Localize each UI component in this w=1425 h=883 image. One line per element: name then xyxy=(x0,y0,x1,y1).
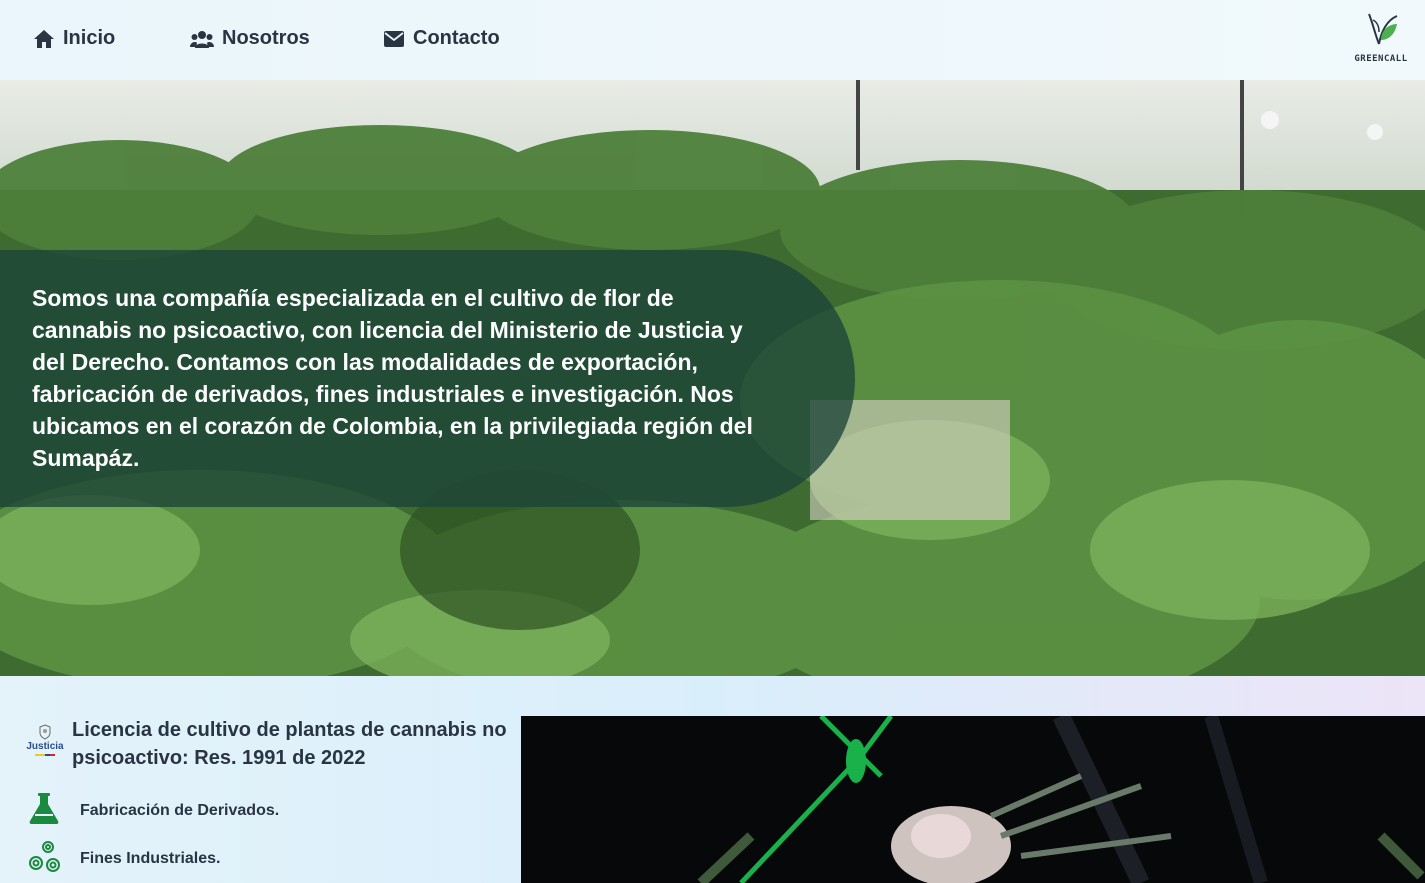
license-section: Justicia Licencia de cultivo de plantas … xyxy=(0,676,1425,883)
cannabis-flower-photo xyxy=(521,716,1425,883)
hero-banner: Somos una compañía especializada en el c… xyxy=(0,80,1425,676)
flask-icon xyxy=(26,791,62,830)
nav-label-inicio: Inicio xyxy=(63,27,116,49)
home-icon xyxy=(33,29,55,49)
feature-label-derivados: Fabricación de Derivados. xyxy=(80,801,280,819)
leaf-logo-icon xyxy=(1368,13,1398,45)
feature-item-industriales: Fines Industriales. xyxy=(26,838,220,879)
coat-of-arms-icon xyxy=(39,724,51,740)
hero-description-card: Somos una compañía especializada en el c… xyxy=(0,250,855,507)
nav-label-contacto: Contacto xyxy=(413,27,500,49)
justicia-logo: Justicia xyxy=(24,724,66,770)
colombia-flag-stripe xyxy=(35,754,55,756)
feature-item-derivados: Fabricación de Derivados. xyxy=(26,791,279,830)
justicia-logo-text: Justicia xyxy=(26,741,64,752)
nav-link-inicio[interactable]: Inicio xyxy=(33,27,115,50)
gears-icon xyxy=(26,838,62,879)
users-icon xyxy=(190,29,214,49)
cannabis-bud-image xyxy=(521,716,1425,883)
envelope-icon xyxy=(383,30,405,48)
license-text: Licencia de cultivo de plantas de cannab… xyxy=(72,719,507,769)
logo-text: GREENCALL xyxy=(1354,54,1408,64)
nav-label-nosotros: Nosotros xyxy=(222,27,310,49)
feature-label-industriales: Fines Industriales. xyxy=(80,849,221,867)
nav-link-nosotros[interactable]: Nosotros xyxy=(190,27,310,50)
license-block: Justicia Licencia de cultivo de plantas … xyxy=(24,716,512,772)
greencall-logo[interactable]: GREENCALL xyxy=(1350,10,1412,70)
top-navbar: Inicio Nosotros Contacto GREENCALL xyxy=(0,0,1425,80)
nav-link-contacto[interactable]: Contacto xyxy=(383,27,500,50)
hero-description-text: Somos una compañía especializada en el c… xyxy=(32,285,753,471)
